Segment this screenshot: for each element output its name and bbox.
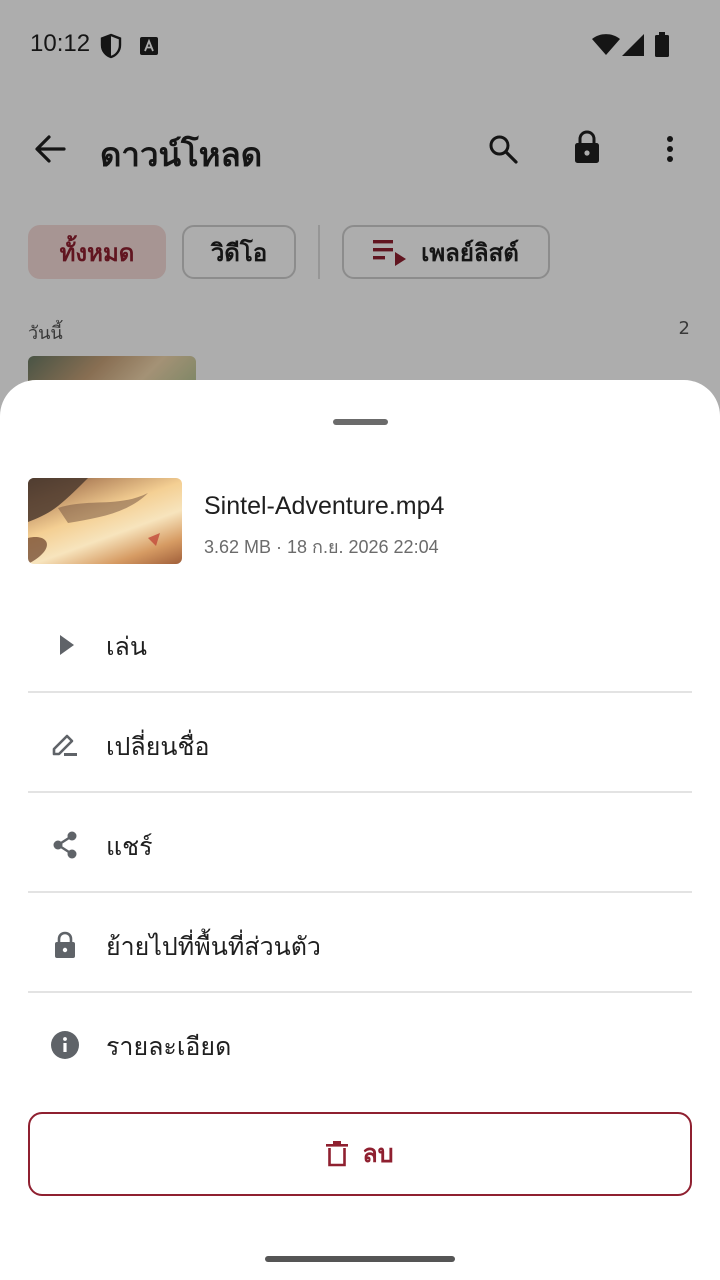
menu-item-rename[interactable]: เปลี่ยนชื่อ [28, 692, 692, 792]
menu-item-move-private[interactable]: ย้ายไปที่พื้นที่ส่วนตัว [28, 892, 692, 992]
gesture-nav-handle[interactable] [265, 1256, 455, 1262]
menu-item-play-label: เล่น [106, 632, 147, 661]
info-icon [51, 1031, 79, 1059]
menu-item-details[interactable]: รายละเอียด [28, 992, 692, 1092]
file-name: Sintel-Adventure.mp4 [204, 492, 445, 520]
drag-handle[interactable] [333, 419, 388, 425]
bottom-sheet: Sintel-Adventure.mp4 3.62 MB · 18 ก.ย. 2… [0, 380, 720, 1280]
thumbnail-scene-image [28, 478, 160, 564]
file-thumbnail [28, 478, 182, 564]
trash-icon [326, 1141, 349, 1167]
menu-item-details-label: รายละเอียด [106, 1032, 232, 1061]
menu-item-play[interactable]: เล่น [28, 592, 692, 692]
play-icon [60, 635, 74, 655]
edit-icon [52, 734, 77, 756]
delete-button-label: ลบ [362, 1139, 394, 1168]
lock-icon [55, 931, 75, 958]
menu-item-rename-label: เปลี่ยนชื่อ [106, 732, 210, 761]
share-icon [53, 831, 77, 859]
delete-button[interactable]: ลบ [28, 1112, 692, 1196]
menu-item-move-private-label: ย้ายไปที่พื้นที่ส่วนตัว [106, 932, 321, 961]
menu-item-share-label: แชร์ [106, 832, 153, 861]
file-meta: 3.62 MB · 18 ก.ย. 2026 22:04 [204, 537, 439, 557]
menu-item-share[interactable]: แชร์ [28, 792, 692, 892]
